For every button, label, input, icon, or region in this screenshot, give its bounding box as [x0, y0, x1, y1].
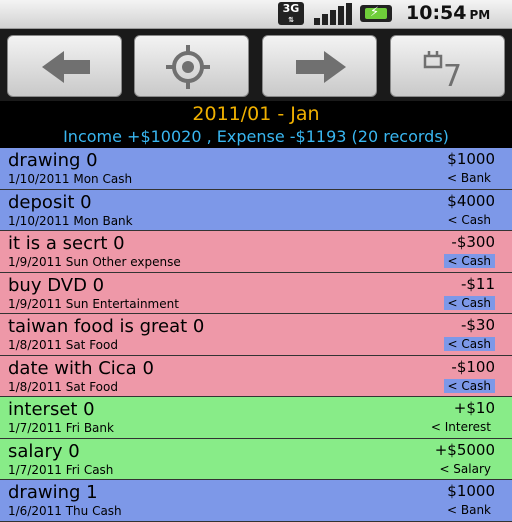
record-category: < Interest [430, 420, 491, 434]
month-summary: Income +$10020 , Expense -$1193 (20 reco… [63, 127, 449, 146]
record-amount: $4000 [447, 191, 495, 210]
record-name: drawing 1 [8, 482, 98, 503]
record-amount: -$100 [451, 357, 495, 376]
record-meta: 1/8/2011 Sat Food [8, 379, 118, 394]
record-amount: -$30 [460, 316, 495, 334]
clock-ampm: PM [469, 8, 491, 22]
record-name: interset 0 [8, 399, 95, 420]
record-meta: 1/9/2011 Sun Other expense [8, 255, 181, 269]
record-amount: $1000 [447, 482, 495, 500]
calendar-icon: 7 [423, 51, 462, 94]
record-name: salary 0 [8, 440, 80, 462]
record-meta: 1/7/2011 Fri Cash [8, 462, 114, 477]
record-amount: $1000 [447, 150, 495, 168]
record-name: deposit 0 [8, 191, 92, 213]
record-category: < Bank [446, 503, 491, 517]
record-row[interactable]: buy DVD 0 -$11 1/9/2011 Sun Entertainment <… [0, 272, 512, 314]
record-amount: +$10 [453, 399, 495, 417]
calendar-button[interactable]: 7 [390, 35, 505, 97]
record-meta: 1/10/2011 Mon Cash [8, 172, 133, 186]
record-row[interactable]: it is a secrt 0 -$300 1/9/2011 Sun Other e… [0, 231, 512, 273]
record-row[interactable]: drawing 0 $1000 1/10/2011 Mon Cash < Bank [0, 148, 512, 190]
record-name: taiwan food is great 0 [8, 316, 205, 337]
clock: 10:54 PM [406, 2, 490, 24]
record-amount: +$5000 [434, 440, 495, 459]
toolbar: 7 [0, 29, 512, 101]
battery-charging-icon [360, 5, 392, 22]
record-category: < Cash [443, 254, 495, 268]
previous-month-button[interactable] [7, 35, 122, 97]
record-category: < Cash [443, 295, 495, 310]
record-name: buy DVD 0 [8, 274, 105, 296]
record-meta: 1/7/2011 Fri Bank [8, 421, 114, 435]
record-row[interactable]: interset 0 +$10 1/7/2011 Fri Bank < Interes… [0, 397, 512, 439]
clock-time: 10:54 [406, 2, 467, 24]
records-list: drawing 0 $1000 1/10/2011 Mon Cash < Bank de… [0, 148, 512, 522]
calendar-day-label: 7 [443, 59, 462, 94]
record-row[interactable]: salary 0 +$5000 1/7/2011 Fri Cash < Salary [0, 438, 512, 480]
record-amount: -$300 [451, 233, 495, 251]
back-arrow-icon [42, 51, 90, 83]
record-category: < Bank [446, 171, 491, 185]
record-meta: 1/6/2011 Thu Cash [8, 504, 122, 518]
record-row[interactable]: deposit 0 $4000 1/10/2011 Mon Bank < Cash [0, 189, 512, 231]
record-row[interactable]: taiwan food is great 0 -$30 1/8/2011 Sat F… [0, 314, 512, 356]
signal-strength-icon [314, 3, 352, 25]
target-icon [166, 45, 210, 89]
month-title: 2011/01 - Jan [192, 103, 320, 125]
network-3g-icon: 3G ⇅ [278, 2, 304, 25]
current-month-button[interactable] [134, 35, 249, 97]
record-name: drawing 0 [8, 150, 98, 171]
network-label: 3G [282, 2, 300, 15]
record-row[interactable]: drawing 1 $1000 1/6/2011 Thu Cash < Bank [0, 480, 512, 522]
record-category: < Cash [443, 337, 495, 351]
record-category: < Cash [443, 378, 495, 393]
record-name: date with Cica 0 [8, 357, 154, 379]
next-month-button[interactable] [262, 35, 377, 97]
record-meta: 1/10/2011 Mon Bank [8, 213, 133, 228]
record-meta: 1/9/2011 Sun Entertainment [8, 296, 179, 311]
record-meta: 1/8/2011 Sat Food [8, 338, 118, 352]
record-amount: -$11 [460, 274, 495, 293]
record-row[interactable]: date with Cica 0 -$100 1/8/2011 Sat Food < … [0, 355, 512, 397]
record-category: < Cash [447, 212, 491, 227]
forward-arrow-icon [296, 51, 346, 83]
status-bar: 3G ⇅ 10:54PM [0, 0, 512, 29]
record-category: < Salary [439, 461, 491, 476]
record-name: it is a secrt 0 [8, 233, 125, 254]
